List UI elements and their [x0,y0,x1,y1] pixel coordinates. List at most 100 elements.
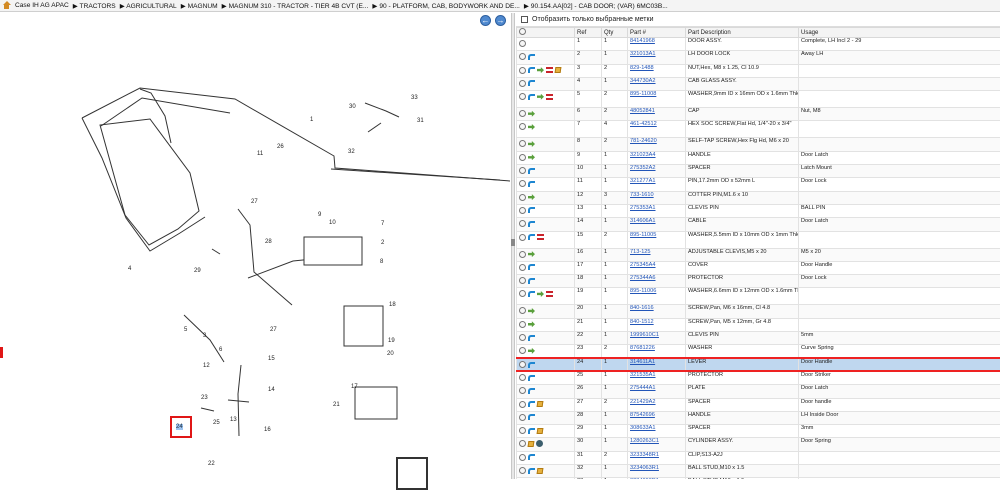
box-icon[interactable] [555,67,562,73]
green-arrow-icon[interactable] [528,154,535,160]
box-icon[interactable] [537,401,544,407]
row-part-number[interactable]: 275345A4 [628,261,686,274]
table-row[interactable]: 3213234063R1BALL STUD,M10 x 1.5 [517,465,1000,478]
row-action-icons[interactable] [517,385,575,398]
green-arrow-icon[interactable] [528,321,535,327]
green-arrow-icon[interactable] [528,141,535,147]
table-row[interactable]: 251321535A1PROTECTORDoor Striker [517,371,1000,384]
row-action-icons[interactable] [517,465,575,478]
circle-icon[interactable] [519,440,526,447]
row-part-number[interactable]: 308633A1 [628,425,686,438]
circle-icon[interactable] [519,80,526,87]
row-action-icons[interactable] [517,191,575,204]
table-row[interactable]: 91321023A4HANDLEDoor Latch [517,151,1000,164]
circle-icon[interactable] [519,290,526,297]
filter-checkbox[interactable] [521,16,528,23]
row-part-number[interactable]: 829-1488 [628,64,686,77]
breadcrumb-item[interactable]: ▶ MAGNUM 310 - TRACTOR - TIER 4B CVT (E.… [222,2,369,10]
red-bars-icon[interactable] [537,234,544,240]
table-row[interactable]: 111321277A1PIN,17.2mm OD x 52mm LDoor Lo… [517,178,1000,191]
box-icon[interactable] [537,428,544,434]
table-row[interactable]: 74461-42512HEX SOC SCREW,Flat Hd, 1/4"-2… [517,121,1000,138]
green-arrow-icon[interactable] [528,308,535,314]
breadcrumb-item[interactable]: ▶ 90 - PLATFORM, CAB, BODYWORK AND DE... [372,2,519,10]
row-action-icons[interactable] [517,51,575,64]
blue-reload-icon[interactable] [528,291,535,297]
table-row[interactable]: 3011280263C1CYLINDER ASSY.Door Spring [517,438,1000,451]
blue-reload-icon[interactable] [528,94,535,100]
table-row[interactable]: 261275444A1PLATEDoor Latch [517,385,1000,398]
row-part-number[interactable]: 221429A2 [628,398,686,411]
row-action-icons[interactable] [517,318,575,331]
row-part-number[interactable]: 321277A1 [628,178,686,191]
row-part-number[interactable]: 84141968 [628,38,686,51]
blue-reload-icon[interactable] [528,388,535,394]
blue-reload-icon[interactable] [528,401,535,407]
row-action-icons[interactable] [517,77,575,90]
circle-icon[interactable] [519,307,526,314]
green-arrow-icon[interactable] [528,194,535,200]
row-part-number[interactable]: 314606A1 [628,218,686,231]
row-part-number[interactable]: 1999610C1 [628,332,686,345]
circle-icon[interactable] [519,123,526,130]
circle-icon[interactable] [519,387,526,394]
row-part-number[interactable]: 314611A1 [628,358,686,371]
circle-icon[interactable] [519,467,526,474]
breadcrumb-item[interactable]: ▶ 90.154.AA[02] - CAB DOOR; (VAR) 6MC03B… [524,2,668,10]
table-row[interactable]: 123733-1610COTTER PIN,M1.6 x 10 [517,191,1000,204]
green-arrow-icon[interactable] [528,251,535,257]
green-arrow-icon[interactable] [537,291,544,297]
header-ref[interactable]: Ref [575,28,602,38]
table-row[interactable]: 52895-11008WASHER,9mm ID x 16mm OD x 1.6… [517,91,1000,108]
row-action-icons[interactable] [517,398,575,411]
row-action-icons[interactable] [517,138,575,151]
table-row[interactable]: 2211999610C1CLEVIS PIN5mm [517,332,1000,345]
header-usage[interactable]: Usage [799,28,1000,38]
blue-reload-icon[interactable] [528,414,535,420]
breadcrumb-item[interactable]: ▶ AGRICULTURAL [120,2,177,10]
row-action-icons[interactable] [517,358,575,371]
row-action-icons[interactable] [517,248,575,261]
table-row[interactable]: 211840-1512SCREW,Pan, M5 x 12mm, Gr 4.8 [517,318,1000,331]
row-part-number[interactable]: 344730A2 [628,77,686,90]
row-action-icons[interactable] [517,91,575,108]
row-action-icons[interactable] [517,425,575,438]
breadcrumb-item[interactable]: Case IH AG APAC [15,2,69,9]
row-action-icons[interactable] [517,332,575,345]
row-action-icons[interactable] [517,345,575,358]
blue-reload-icon[interactable] [528,278,535,284]
red-bars-icon[interactable] [546,94,553,100]
row-action-icons[interactable] [517,371,575,384]
table-row[interactable]: 32829-1488NUT,Hex, M8 x 1.25, Cl 10.9 [517,64,1000,77]
row-part-number[interactable]: 275352A2 [628,165,686,178]
circle-icon[interactable] [519,401,526,408]
row-part-number[interactable]: 87681226 [628,345,686,358]
row-part-number[interactable]: 840-1616 [628,305,686,318]
row-action-icons[interactable] [517,151,575,164]
selected-callout-24[interactable]: 24 [170,416,192,438]
circle-icon[interactable] [519,154,526,161]
row-part-number[interactable]: 3234063R1 [628,465,686,478]
table-row[interactable]: 101275352A2SPACERLatch Mount [517,165,1000,178]
row-action-icons[interactable] [517,451,575,464]
table-row[interactable]: 201840-1616SCREW,Pan, M6 x 16mm, Cl 4.8 [517,305,1000,318]
circle-icon[interactable] [519,374,526,381]
row-part-number[interactable]: 87542696 [628,411,686,424]
splitter-handle[interactable] [511,239,515,246]
circle-icon[interactable] [519,110,526,117]
circle-icon[interactable] [519,207,526,214]
row-action-icons[interactable] [517,108,575,121]
row-part-number[interactable]: 275353A1 [628,204,686,217]
row-action-icons[interactable] [517,261,575,274]
circle-icon[interactable] [519,454,526,461]
header-qty[interactable]: Qty [602,28,628,38]
circle-icon[interactable] [519,321,526,328]
dark-circle-icon[interactable] [536,440,543,447]
home-icon[interactable] [2,1,11,10]
row-action-icons[interactable] [517,121,575,138]
blue-reload-icon[interactable] [528,54,535,60]
breadcrumb-item[interactable]: ▶ MAGNUM [181,2,218,10]
row-part-number[interactable]: 321535A1 [628,371,686,384]
circle-icon[interactable] [519,194,526,201]
table-row[interactable]: 171275345A4COVERDoor Handle [517,261,1000,274]
